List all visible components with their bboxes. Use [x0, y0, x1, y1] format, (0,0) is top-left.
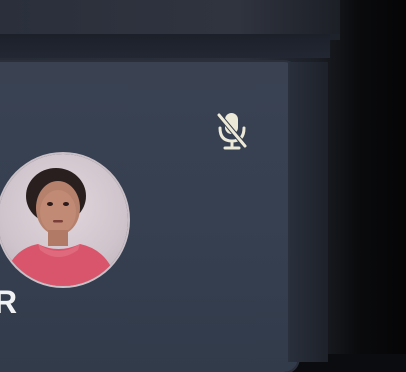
meeting-view: R	[0, 0, 406, 372]
participant-name: R	[0, 284, 18, 320]
mic-off-icon	[214, 110, 250, 152]
participant-avatar	[0, 154, 128, 286]
tile-edge	[288, 62, 328, 362]
divider	[0, 34, 330, 58]
